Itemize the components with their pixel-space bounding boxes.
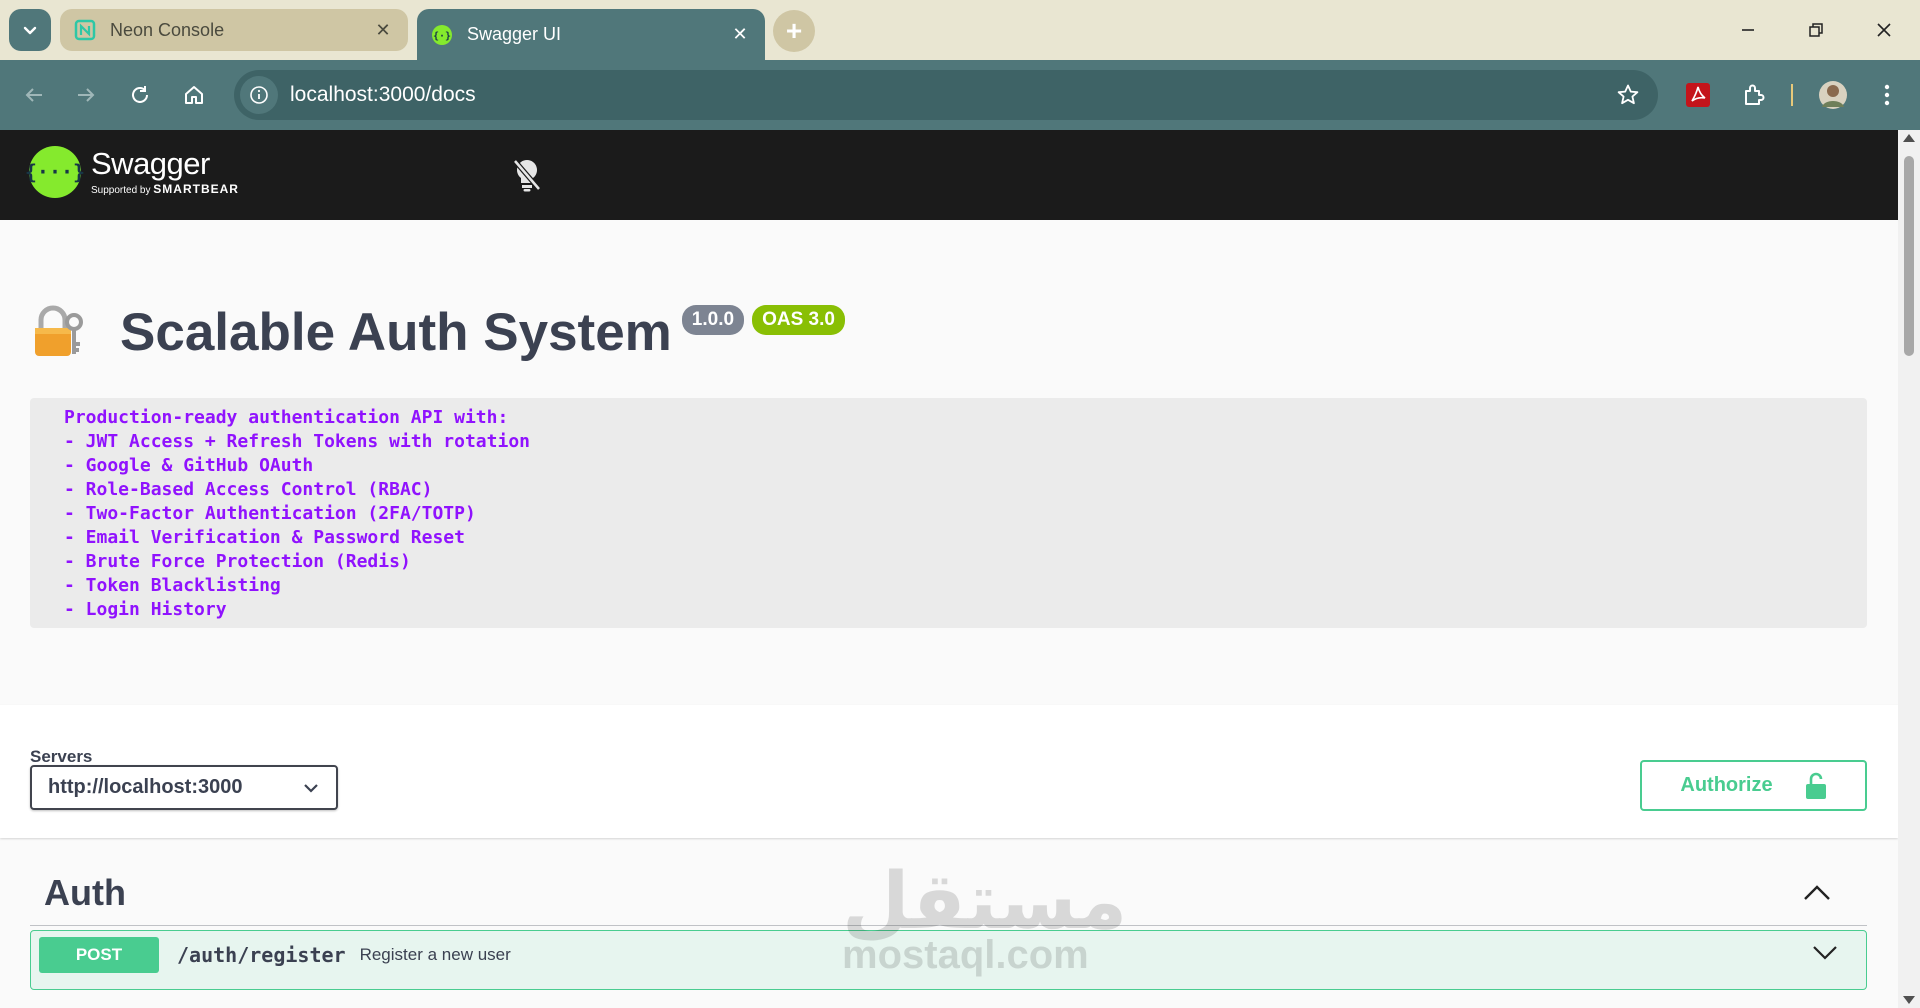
toolbar-divider	[1791, 84, 1793, 106]
page-viewport: {···} Swagger Supported by SMARTBEAR Sca…	[0, 130, 1898, 1008]
description-line: - Role-Based Access Control (RBAC)	[64, 479, 433, 500]
servers-section: Servers http://localhost:3000 Authorize	[0, 705, 1898, 838]
new-tab-button[interactable]: +	[773, 10, 815, 52]
browser-toolbar: localhost:3000/docs	[0, 60, 1920, 130]
back-arrow-icon[interactable]	[16, 77, 52, 113]
description-line: Production-ready authentication API with…	[64, 407, 509, 428]
swagger-favicon-icon: {·}	[431, 24, 453, 46]
page-scrollbar[interactable]	[1898, 130, 1920, 1008]
swagger-topbar: {···} Swagger Supported by SMARTBEAR	[0, 130, 1898, 220]
description-line: - Token Blacklisting	[64, 575, 281, 596]
supported-by-text: Supported by	[91, 185, 151, 196]
description-line: - Two-Factor Authentication (2FA/TOTP)	[64, 503, 476, 524]
swagger-logo[interactable]: {···} Swagger Supported by SMARTBEAR	[25, 146, 239, 198]
bookmark-star-icon[interactable]	[1608, 75, 1648, 115]
tab-strip: Neon Console ✕ {·} Swagger UI ✕ +	[0, 0, 1920, 60]
lock-key-icon	[35, 305, 83, 356]
restore-window-icon[interactable]	[1792, 10, 1840, 50]
api-title: Scalable Auth System	[120, 303, 672, 362]
neon-favicon-icon	[74, 19, 96, 41]
authorize-button[interactable]: Authorize	[1640, 760, 1867, 811]
close-window-icon[interactable]	[1860, 10, 1908, 50]
scroll-up-arrow-icon[interactable]	[1903, 134, 1915, 142]
chevron-up-icon[interactable]	[1803, 884, 1831, 902]
home-icon[interactable]	[176, 77, 212, 113]
site-info-icon[interactable]	[240, 76, 278, 114]
operation-path: /auth/register	[177, 943, 346, 967]
tab-search-button[interactable]	[9, 9, 51, 51]
minimize-window-icon[interactable]	[1724, 10, 1772, 50]
svg-text:{·}: {·}	[433, 31, 451, 42]
operation-post-register[interactable]: POST /auth/register Register a new user	[30, 930, 1867, 990]
chevron-down-icon	[23, 26, 37, 35]
address-bar[interactable]: localhost:3000/docs	[234, 70, 1658, 120]
description-line: - Google & GitHub OAuth	[64, 455, 314, 476]
description-line: - JWT Access + Refresh Tokens with rotat…	[64, 431, 530, 452]
unlocked-padlock-icon	[1805, 772, 1826, 799]
profile-avatar[interactable]	[1814, 76, 1852, 114]
tab-title: Swagger UI	[467, 24, 562, 44]
swagger-logo-icon: {···}	[25, 146, 85, 198]
description-line: - Login History	[64, 599, 227, 620]
chevron-down-icon[interactable]	[1812, 945, 1838, 961]
tab-title: Neon Console	[110, 19, 225, 40]
scroll-thumb[interactable]	[1904, 156, 1914, 356]
reload-icon[interactable]	[122, 77, 158, 113]
extensions-puzzle-icon[interactable]	[1735, 76, 1773, 114]
server-selected-value: http://localhost:3000	[48, 776, 243, 798]
close-tab-icon[interactable]: ✕	[372, 20, 394, 41]
pdf-extension-icon[interactable]	[1679, 76, 1717, 114]
authorize-label: Authorize	[1680, 774, 1773, 796]
dark-mode-toggle-icon[interactable]	[510, 156, 544, 194]
more-menu-icon[interactable]	[1868, 76, 1906, 114]
url-text[interactable]: localhost:3000/docs	[290, 83, 1608, 107]
chevron-down-icon	[304, 783, 318, 793]
servers-label: Servers	[30, 747, 93, 766]
version-badge: 1.0.0	[681, 304, 745, 335]
api-description: Production-ready authentication API with…	[30, 398, 1867, 628]
tag-name: Auth	[44, 871, 126, 913]
description-line: - Brute Force Protection (Redis)	[64, 551, 411, 572]
oas-badge: OAS 3.0	[752, 304, 845, 335]
tab-neon-console[interactable]: Neon Console ✕	[60, 9, 408, 51]
operation-summary: Register a new user	[359, 945, 511, 964]
smartbear-text: SMARTBEAR	[153, 182, 239, 196]
supported-by-label: Supported by SMARTBEAR	[91, 182, 239, 196]
servers-select[interactable]: http://localhost:3000	[30, 765, 338, 810]
close-tab-icon[interactable]: ✕	[729, 24, 751, 45]
forward-arrow-icon[interactable]	[68, 77, 104, 113]
swagger-brand: Swagger	[91, 146, 210, 181]
tab-swagger-ui[interactable]: {·} Swagger UI ✕	[417, 9, 765, 60]
method-badge: POST	[39, 937, 159, 973]
api-info: Scalable Auth System 1.0.0 OAS 3.0	[30, 302, 853, 363]
scroll-down-arrow-icon[interactable]	[1903, 996, 1915, 1004]
description-line: - Email Verification & Password Reset	[64, 527, 465, 548]
tag-section-auth[interactable]: Auth	[30, 860, 1867, 926]
